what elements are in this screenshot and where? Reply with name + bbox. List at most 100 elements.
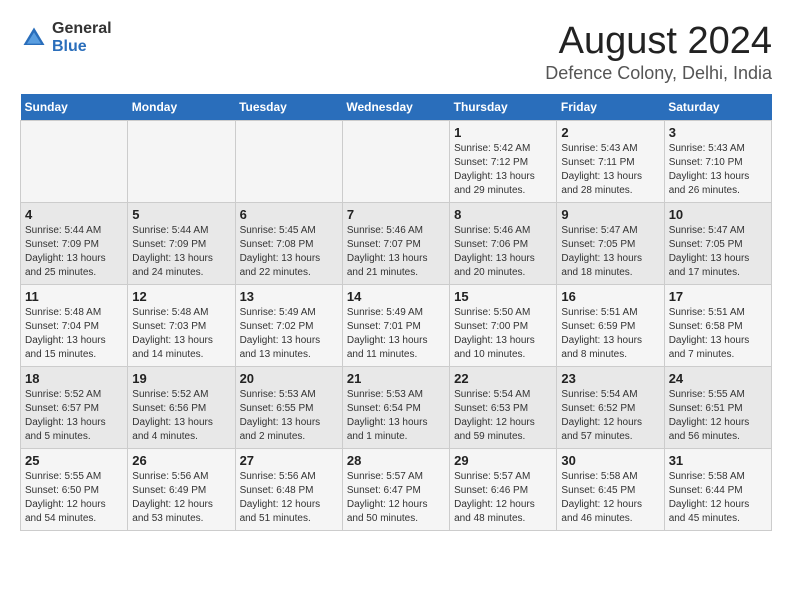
logo-text: General Blue — [52, 20, 112, 55]
day-number: 8 — [454, 207, 552, 222]
header-thursday: Thursday — [450, 94, 557, 121]
day-info: Sunrise: 5:57 AM Sunset: 6:47 PM Dayligh… — [347, 470, 445, 526]
calendar-cell: 9Sunrise: 5:47 AM Sunset: 7:05 PM Daylig… — [557, 203, 664, 285]
day-info: Sunrise: 5:55 AM Sunset: 6:50 PM Dayligh… — [25, 470, 123, 526]
calendar-cell: 8 Sunrise: 5:46 AM Sunset: 7:06 PM Daylig… — [450, 203, 557, 285]
day-info: Sunrise: 5:43 AM Sunset: 7:11 PM Dayligh… — [561, 142, 659, 198]
day-info: Sunrise: 5:46 AM Sunset: 7:06 PM Dayligh… — [454, 224, 552, 280]
calendar-week-row: 1Sunrise: 5:42 AM Sunset: 7:12 PM Daylig… — [21, 121, 772, 203]
day-info: Sunrise: 5:45 AM Sunset: 7:08 PM Dayligh… — [240, 224, 338, 280]
day-number: 5 — [132, 207, 230, 222]
day-number: 27 — [240, 453, 338, 468]
day-number: 29 — [454, 453, 552, 468]
calendar-cell — [235, 121, 342, 203]
day-info: Sunrise: 5:49 AM Sunset: 7:01 PM Dayligh… — [347, 306, 445, 362]
day-info: Sunrise: 5:53 AM Sunset: 6:54 PM Dayligh… — [347, 388, 445, 444]
day-info: Sunrise: 5:58 AM Sunset: 6:44 PM Dayligh… — [669, 470, 767, 526]
day-info: Sunrise: 5:56 AM Sunset: 6:48 PM Dayligh… — [240, 470, 338, 526]
day-number: 28 — [347, 453, 445, 468]
day-number: 7 — [347, 207, 445, 222]
logo-general-label: General — [52, 20, 112, 38]
day-number: 24 — [669, 371, 767, 386]
calendar-cell: 18 Sunrise: 5:52 AM Sunset: 6:57 PM Dayli… — [21, 367, 128, 449]
day-number: 22 — [454, 371, 552, 386]
calendar-week-row: 18 Sunrise: 5:52 AM Sunset: 6:57 PM Dayli… — [21, 367, 772, 449]
day-info: Sunrise: 5:51 AM Sunset: 6:58 PM Dayligh… — [669, 306, 767, 362]
day-number: 25 — [25, 453, 123, 468]
logo-blue-label: Blue — [52, 38, 112, 56]
calendar-cell: 20Sunrise: 5:53 AM Sunset: 6:55 PM Dayli… — [235, 367, 342, 449]
day-number: 6 — [240, 207, 338, 222]
day-info: Sunrise: 5:48 AM Sunset: 7:04 PM Dayligh… — [25, 306, 123, 362]
day-info: Sunrise: 5:57 AM Sunset: 6:46 PM Dayligh… — [454, 470, 552, 526]
header-saturday: Saturday — [664, 94, 771, 121]
page-header: General Blue August 2024 Defence Colony,… — [20, 20, 772, 84]
calendar-cell: 28 Sunrise: 5:57 AM Sunset: 6:47 PM Dayli… — [342, 449, 449, 531]
calendar-cell: 1Sunrise: 5:42 AM Sunset: 7:12 PM Daylig… — [450, 121, 557, 203]
calendar-cell: 6 Sunrise: 5:45 AM Sunset: 7:08 PM Daylig… — [235, 203, 342, 285]
day-info: Sunrise: 5:54 AM Sunset: 6:53 PM Dayligh… — [454, 388, 552, 444]
calendar-cell: 4 Sunrise: 5:44 AM Sunset: 7:09 PM Daylig… — [21, 203, 128, 285]
calendar-cell: 25 Sunrise: 5:55 AM Sunset: 6:50 PM Dayli… — [21, 449, 128, 531]
day-info: Sunrise: 5:44 AM Sunset: 7:09 PM Dayligh… — [132, 224, 230, 280]
calendar-cell: 11Sunrise: 5:48 AM Sunset: 7:04 PM Dayli… — [21, 285, 128, 367]
header-sunday: Sunday — [21, 94, 128, 121]
day-info: Sunrise: 5:51 AM Sunset: 6:59 PM Dayligh… — [561, 306, 659, 362]
day-info: Sunrise: 5:50 AM Sunset: 7:00 PM Dayligh… — [454, 306, 552, 362]
header-tuesday: Tuesday — [235, 94, 342, 121]
day-number: 1 — [454, 125, 552, 140]
calendar-cell — [21, 121, 128, 203]
calendar-cell: 12 Sunrise: 5:48 AM Sunset: 7:03 PM Dayli… — [128, 285, 235, 367]
day-info: Sunrise: 5:44 AM Sunset: 7:09 PM Dayligh… — [25, 224, 123, 280]
calendar-cell: 17 Sunrise: 5:51 AM Sunset: 6:58 PM Dayli… — [664, 285, 771, 367]
day-number: 10 — [669, 207, 767, 222]
calendar-cell: 2Sunrise: 5:43 AM Sunset: 7:11 PM Daylig… — [557, 121, 664, 203]
header-monday: Monday — [128, 94, 235, 121]
day-info: Sunrise: 5:43 AM Sunset: 7:10 PM Dayligh… — [669, 142, 767, 198]
day-info: Sunrise: 5:56 AM Sunset: 6:49 PM Dayligh… — [132, 470, 230, 526]
header-wednesday: Wednesday — [342, 94, 449, 121]
day-info: Sunrise: 5:47 AM Sunset: 7:05 PM Dayligh… — [561, 224, 659, 280]
calendar-cell: 3 Sunrise: 5:43 AM Sunset: 7:10 PM Daylig… — [664, 121, 771, 203]
day-number: 21 — [347, 371, 445, 386]
calendar-cell: 5 Sunrise: 5:44 AM Sunset: 7:09 PM Daylig… — [128, 203, 235, 285]
calendar-cell: 21 Sunrise: 5:53 AM Sunset: 6:54 PM Dayli… — [342, 367, 449, 449]
logo-icon — [20, 24, 48, 52]
day-info: Sunrise: 5:49 AM Sunset: 7:02 PM Dayligh… — [240, 306, 338, 362]
day-number: 17 — [669, 289, 767, 304]
calendar-cell: 15 Sunrise: 5:50 AM Sunset: 7:00 PM Dayli… — [450, 285, 557, 367]
calendar-cell: 23Sunrise: 5:54 AM Sunset: 6:52 PM Dayli… — [557, 367, 664, 449]
calendar-table: SundayMondayTuesdayWednesdayThursdayFrid… — [20, 94, 772, 531]
day-info: Sunrise: 5:46 AM Sunset: 7:07 PM Dayligh… — [347, 224, 445, 280]
day-number: 4 — [25, 207, 123, 222]
day-number: 16 — [561, 289, 659, 304]
title-block: August 2024 Defence Colony, Delhi, India — [545, 20, 772, 84]
day-number: 12 — [132, 289, 230, 304]
day-number: 31 — [669, 453, 767, 468]
day-info: Sunrise: 5:47 AM Sunset: 7:05 PM Dayligh… — [669, 224, 767, 280]
day-info: Sunrise: 5:58 AM Sunset: 6:45 PM Dayligh… — [561, 470, 659, 526]
logo: General Blue — [20, 20, 112, 55]
day-info: Sunrise: 5:48 AM Sunset: 7:03 PM Dayligh… — [132, 306, 230, 362]
day-number: 26 — [132, 453, 230, 468]
calendar-cell — [342, 121, 449, 203]
calendar-week-row: 11Sunrise: 5:48 AM Sunset: 7:04 PM Dayli… — [21, 285, 772, 367]
calendar-cell: 29 Sunrise: 5:57 AM Sunset: 6:46 PM Dayli… — [450, 449, 557, 531]
day-info: Sunrise: 5:53 AM Sunset: 6:55 PM Dayligh… — [240, 388, 338, 444]
day-number: 18 — [25, 371, 123, 386]
calendar-week-row: 25 Sunrise: 5:55 AM Sunset: 6:50 PM Dayli… — [21, 449, 772, 531]
calendar-cell: 26 Sunrise: 5:56 AM Sunset: 6:49 PM Dayli… — [128, 449, 235, 531]
calendar-cell: 22 Sunrise: 5:54 AM Sunset: 6:53 PM Dayli… — [450, 367, 557, 449]
calendar-cell: 19Sunrise: 5:52 AM Sunset: 6:56 PM Dayli… — [128, 367, 235, 449]
day-number: 3 — [669, 125, 767, 140]
calendar-cell: 14 Sunrise: 5:49 AM Sunset: 7:01 PM Dayli… — [342, 285, 449, 367]
calendar-cell: 30 Sunrise: 5:58 AM Sunset: 6:45 PM Dayli… — [557, 449, 664, 531]
day-number: 15 — [454, 289, 552, 304]
location-title: Defence Colony, Delhi, India — [545, 63, 772, 84]
calendar-cell: 27 Sunrise: 5:56 AM Sunset: 6:48 PM Dayli… — [235, 449, 342, 531]
day-info: Sunrise: 5:52 AM Sunset: 6:57 PM Dayligh… — [25, 388, 123, 444]
day-number: 14 — [347, 289, 445, 304]
calendar-cell: 7 Sunrise: 5:46 AM Sunset: 7:07 PM Daylig… — [342, 203, 449, 285]
calendar-cell: 16 Sunrise: 5:51 AM Sunset: 6:59 PM Dayli… — [557, 285, 664, 367]
day-number: 30 — [561, 453, 659, 468]
